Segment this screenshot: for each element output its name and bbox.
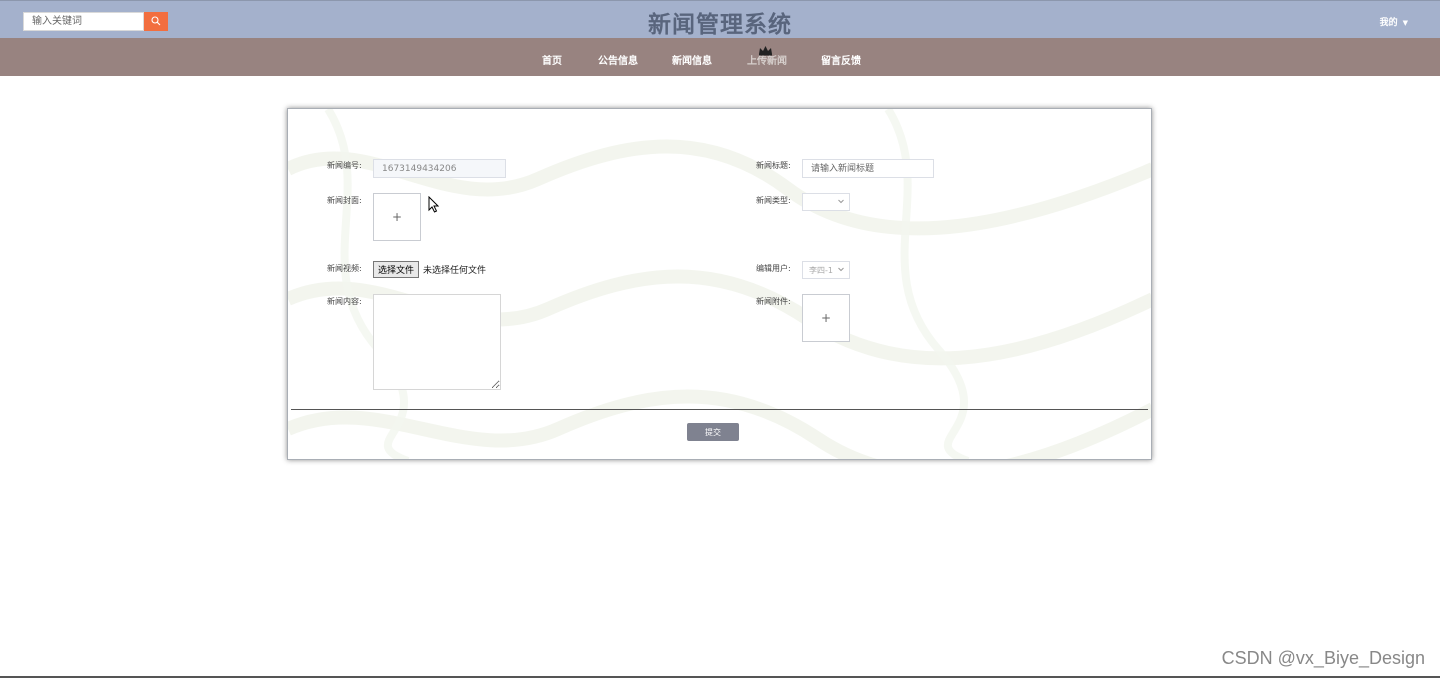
editor-user-value: 李四-1 [809, 265, 833, 275]
news-title-input[interactable] [802, 159, 934, 178]
main-nav: 首页 公告信息 新闻信息 上传新闻 留言反馈 [0, 38, 1440, 76]
nav-item-announcements[interactable]: 公告信息 [598, 52, 638, 67]
cover-upload[interactable]: + [373, 193, 421, 241]
submit-button[interactable]: 提交 [687, 423, 739, 441]
editor-user-select[interactable]: 李四-1 [802, 261, 850, 279]
content-textarea[interactable] [373, 294, 501, 390]
site-title: 新闻管理系统 [648, 11, 792, 38]
cover-label: 新闻封面: [327, 196, 362, 205]
editor-user-label: 编辑用户: [756, 264, 791, 273]
nav-item-feedback[interactable]: 留言反馈 [821, 52, 861, 67]
chevron-down-icon [837, 197, 845, 207]
user-menu-label: 我的 [1379, 18, 1398, 28]
form-divider [291, 409, 1148, 410]
attachment-upload[interactable]: + [802, 294, 850, 342]
news-type-select[interactable] [802, 193, 850, 211]
video-label: 新闻视频: [327, 264, 362, 273]
watermark-text: CSDN @vx_Biye_Design [1221, 648, 1425, 668]
file-status-text: 未选择任何文件 [423, 266, 487, 276]
plus-icon: + [391, 210, 403, 224]
crown-icon [758, 41, 773, 60]
top-header: 新闻管理系统 我的 ▼ [0, 0, 1440, 38]
news-id-field [373, 159, 506, 178]
nav-item-home[interactable]: 首页 [542, 52, 562, 67]
chevron-down-icon [837, 265, 845, 275]
chevron-down-icon: ▼ [1402, 19, 1408, 27]
attachment-label: 新闻附件: [756, 297, 791, 306]
user-menu[interactable]: 我的 ▼ [1380, 15, 1408, 28]
news-id-label: 新闻编号: [327, 161, 362, 170]
news-title-label: 新闻标题: [756, 161, 791, 170]
choose-file-button[interactable]: 选择文件 [373, 261, 420, 278]
content-label: 新闻内容: [327, 297, 362, 306]
plus-icon: + [820, 311, 832, 325]
nav-item-news[interactable]: 新闻信息 [672, 52, 712, 67]
upload-news-form: 新闻编号: 新闻标题: 新闻封面: + 新闻类型: 新闻视频: 选择文件 未选择… [287, 108, 1152, 460]
mouse-cursor-icon [428, 195, 440, 217]
news-type-label: 新闻类型: [756, 196, 791, 205]
